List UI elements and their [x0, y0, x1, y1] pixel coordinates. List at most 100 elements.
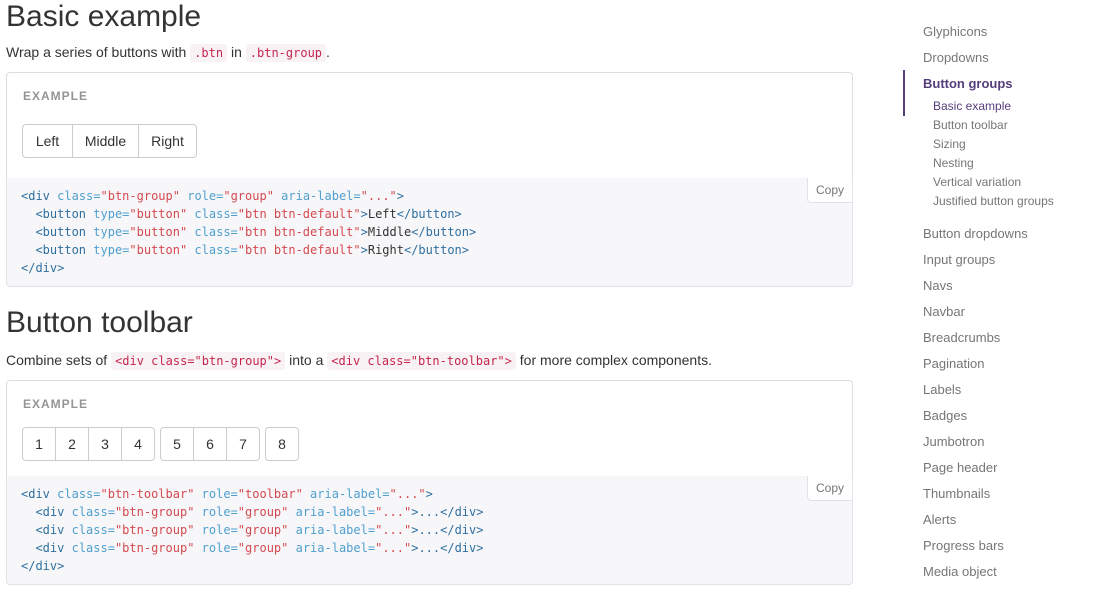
code-token: "..."	[375, 541, 412, 555]
toolbar-button-7[interactable]: 7	[226, 427, 260, 461]
sidebar-subitem-button-toolbar[interactable]: Button toolbar	[933, 118, 1008, 132]
code-token: role=	[201, 505, 238, 519]
left-button[interactable]: Left	[22, 124, 73, 158]
code-token: "..."	[389, 487, 426, 501]
desc-text: Combine sets of	[6, 352, 112, 368]
sidebar-subitem-basic-example[interactable]: Basic example	[933, 99, 1011, 113]
code-token: >	[396, 189, 404, 203]
code-token: <div	[35, 523, 65, 537]
toolbar-button-2[interactable]: 2	[55, 427, 89, 461]
desc-text: into a	[285, 352, 328, 368]
sidebar-subitem-nesting[interactable]: Nesting	[933, 156, 974, 170]
middle-button[interactable]: Middle	[72, 124, 139, 158]
toolbar-group-3: 8	[265, 427, 299, 461]
example-panel-toolbar: EXAMPLE 1 2 3 4 5 6 7 8	[6, 380, 853, 477]
inline-code-btn-group: .btn-group	[245, 44, 327, 62]
code-token: aria-label=	[281, 189, 361, 203]
desc-text: in	[227, 44, 246, 60]
code-token: "btn-group"	[114, 505, 195, 519]
code-token: class=	[71, 505, 115, 519]
code-token: aria-label=	[295, 541, 376, 555]
code-token: </button>	[403, 243, 469, 257]
code-token: role=	[201, 523, 238, 537]
sidebar-item-alerts[interactable]: Alerts	[923, 512, 956, 527]
code-token: Right	[367, 243, 404, 257]
example-label: EXAMPLE	[23, 89, 89, 103]
code-token: aria-label=	[295, 523, 376, 537]
code-token: "..."	[375, 505, 412, 519]
sidebar-item-thumbnails[interactable]: Thumbnails	[923, 486, 990, 501]
code-token: "group"	[237, 541, 289, 555]
code-token: aria-label=	[310, 487, 390, 501]
code-token: "btn-group"	[114, 541, 195, 555]
code-token: </button>	[411, 225, 477, 239]
toolbar-button-3[interactable]: 3	[88, 427, 122, 461]
sidebar-item-jumbotron[interactable]: Jumbotron	[923, 434, 984, 449]
code-token: "..."	[375, 523, 412, 537]
active-indicator	[903, 70, 905, 116]
code-token: "btn-group"	[100, 189, 180, 203]
code-token: "toolbar"	[237, 487, 303, 501]
sidebar-subitem-justified-button-groups[interactable]: Justified button groups	[933, 194, 1054, 208]
code-token: class=	[57, 487, 101, 501]
code-token: "group"	[223, 189, 274, 203]
code-token: class=	[194, 243, 238, 257]
code-token: class=	[71, 523, 115, 537]
example-panel-basic: EXAMPLE Left Middle Right	[6, 72, 853, 179]
code-token: "button"	[129, 225, 188, 239]
code-token: "..."	[360, 189, 397, 203]
example-label: EXAMPLE	[23, 397, 89, 411]
code-token: >	[360, 225, 368, 239]
sidebar-item-glyphicons[interactable]: Glyphicons	[923, 24, 987, 39]
sidebar-subitem-vertical-variation[interactable]: Vertical variation	[933, 175, 1021, 189]
desc-text: Wrap a series of buttons with	[6, 44, 191, 60]
code-token: <div	[35, 541, 65, 555]
right-button[interactable]: Right	[138, 124, 197, 158]
section-title-button-toolbar: Button toolbar	[6, 306, 193, 339]
sidebar-item-labels[interactable]: Labels	[923, 382, 961, 397]
toolbar-button-5[interactable]: 5	[160, 427, 194, 461]
code-token: "group"	[237, 505, 289, 519]
toolbar-button-4[interactable]: 4	[121, 427, 155, 461]
sidebar-item-breadcrumbs[interactable]: Breadcrumbs	[923, 330, 1000, 345]
toolbar-button-8[interactable]: 8	[265, 427, 299, 461]
sidebar-item-button-groups[interactable]: Button groups	[923, 76, 1013, 91]
inline-code-btn-group-div: <div class="btn-group">	[111, 352, 286, 370]
sidebar-item-pagination[interactable]: Pagination	[923, 356, 984, 371]
code-token: "btn-group"	[114, 523, 195, 537]
code-token: "button"	[129, 243, 188, 257]
sidebar-subitem-sizing[interactable]: Sizing	[933, 137, 966, 151]
sidebar-item-badges[interactable]: Badges	[923, 408, 967, 423]
code-token: class=	[71, 541, 115, 555]
desc-text: for more complex components.	[515, 352, 712, 368]
code-token: Middle	[367, 225, 412, 239]
sidebar-item-button-dropdowns[interactable]: Button dropdowns	[923, 226, 1028, 241]
toolbar-button-1[interactable]: 1	[22, 427, 56, 461]
code-token: >...</div>	[411, 541, 484, 555]
code-token: </div>	[21, 559, 65, 573]
code-token: role=	[187, 189, 224, 203]
sidebar-item-dropdowns[interactable]: Dropdowns	[923, 50, 989, 65]
toolbar-button-6[interactable]: 6	[193, 427, 227, 461]
copy-button[interactable]: Copy	[806, 178, 852, 203]
code-token: aria-label=	[295, 505, 376, 519]
code-token: >...</div>	[411, 523, 484, 537]
section-title-basic-example: Basic example	[6, 0, 202, 33]
sidebar-item-progress-bars[interactable]: Progress bars	[923, 538, 1004, 553]
sidebar-item-input-groups[interactable]: Input groups	[923, 252, 995, 267]
sidebar-item-navbar[interactable]: Navbar	[923, 304, 965, 319]
toolbar-group-1: 1 2 3 4	[22, 427, 155, 461]
code-token: <button	[35, 225, 87, 239]
inline-code-btn-toolbar-div: <div class="btn-toolbar">	[327, 352, 516, 370]
code-token: <button	[35, 207, 87, 221]
basic-description: Wrap a series of buttons with .btn in .b…	[6, 42, 330, 63]
code-token: "btn btn-default"	[237, 225, 361, 239]
sidebar-item-media-object[interactable]: Media object	[923, 564, 997, 579]
sidebar-item-page-header[interactable]: Page header	[923, 460, 997, 475]
code-block-basic: Copy <div class="btn-group" role="group" …	[6, 178, 853, 287]
sidebar-item-navs[interactable]: Navs	[923, 278, 953, 293]
code-token: >	[425, 487, 433, 501]
code-token: class=	[57, 189, 101, 203]
code-token: "button"	[129, 207, 188, 221]
copy-button[interactable]: Copy	[806, 476, 852, 501]
